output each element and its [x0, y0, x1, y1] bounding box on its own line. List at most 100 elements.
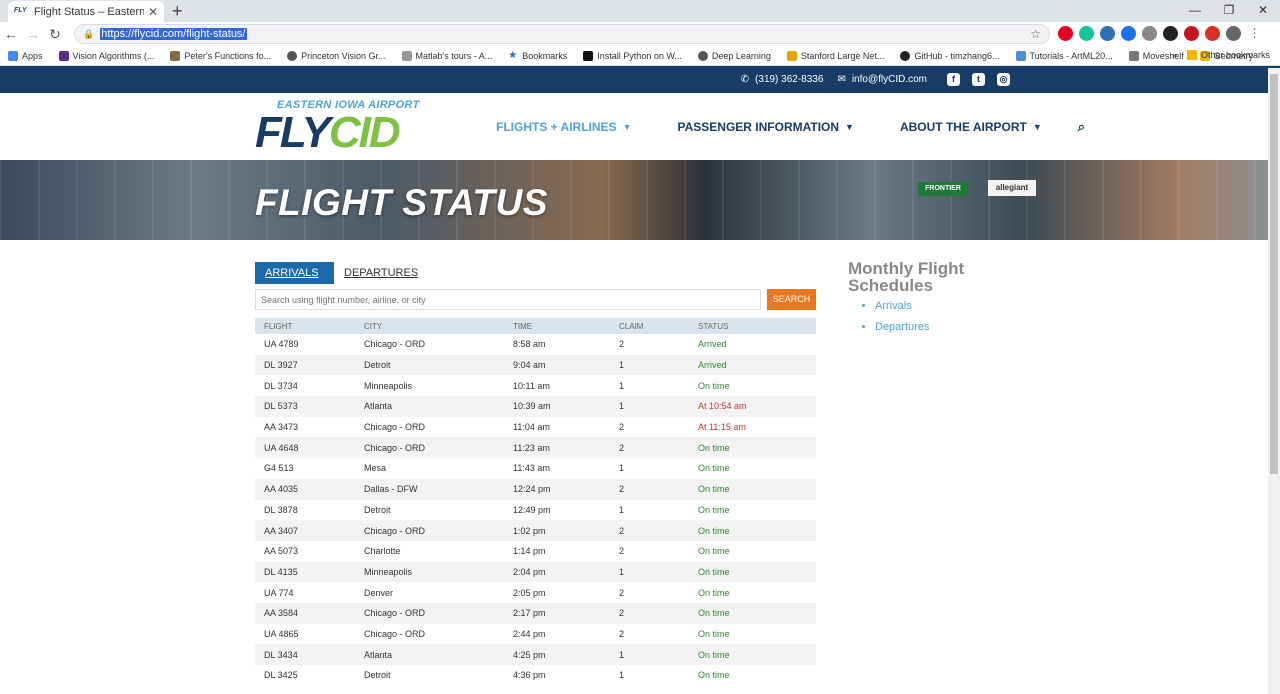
link-arrivals-schedule[interactable]: Arrivals: [875, 300, 1008, 312]
allegiant-sign: allegiant: [988, 180, 1036, 196]
close-window-icon[interactable]: ✕: [1246, 0, 1280, 22]
frontier-sign: FRONTIER: [918, 182, 968, 196]
table-row: AA 4035 Dallas - DFW 12:24 pm 2 On time: [255, 478, 816, 500]
table-row: UA 4789 Chicago - ORD 8:58 am 2 Arrived: [255, 334, 816, 355]
extension-icon[interactable]: [1142, 26, 1157, 41]
chevron-right-icon[interactable]: »: [1172, 50, 1177, 60]
time-cell: 1:14 pm: [513, 546, 546, 557]
bookmark-item[interactable]: Vision Algorithms (...: [58, 50, 154, 61]
city-cell: Dallas - DFW: [355, 478, 504, 500]
city-cell: Minneapolis: [364, 380, 413, 391]
facebook-icon[interactable]: f: [947, 73, 960, 86]
bookmark-item[interactable]: Stanford Large Net...: [786, 50, 884, 61]
status-cell: On time: [698, 504, 730, 515]
back-icon[interactable]: ←: [0, 26, 22, 42]
other-bookmarks[interactable]: » Other bookmarks: [1172, 50, 1270, 60]
scrollbar-thumb[interactable]: [1270, 74, 1278, 474]
hero-banner: FRONTIER allegiant FLIGHT STATUS: [0, 160, 1280, 240]
close-tab-icon[interactable]: ✕: [148, 5, 158, 19]
sidebar-title: Monthly Flight Schedules: [848, 259, 965, 295]
claim-cell: 1: [619, 463, 625, 474]
table-row: AA 3584 Chicago - ORD 2:17 pm 2 On time: [255, 602, 816, 624]
main-content: ARRIVALS DEPARTURES SEARCH FLIGHT CITY T…: [0, 240, 1280, 694]
nav-flights-airlines[interactable]: FLIGHTS + AIRLINES ▼: [496, 119, 631, 135]
bookmark-item[interactable]: Matlab's tours - A...: [401, 50, 492, 61]
globe-icon: [697, 50, 708, 61]
time-cell: 4:36 pm: [513, 670, 546, 681]
bookmark-favicon-icon: [1015, 50, 1026, 61]
flight-cell: DL 3734: [264, 380, 298, 391]
search-icon[interactable]: ⌕: [1078, 119, 1085, 135]
tab-title: Flight Status – Eastern Iowa Airp: [34, 5, 144, 18]
column-header[interactable]: CITY: [355, 318, 504, 334]
claim-cell: 2: [610, 520, 689, 541]
flycid-logo[interactable]: EASTERN IOWA AIRPORT FLYCID: [255, 97, 435, 155]
bookmark-item[interactable]: Deep Learning: [697, 50, 771, 61]
status-cell: On time: [689, 520, 816, 541]
instagram-icon[interactable]: ◎: [997, 73, 1010, 86]
tab-departures[interactable]: DEPARTURES: [334, 262, 428, 284]
claim-cell: 2: [610, 437, 689, 459]
minimize-icon[interactable]: —: [1178, 0, 1212, 22]
bookmark-item[interactable]: Tutorials - ArtML20...: [1015, 50, 1113, 61]
phone-link[interactable]: ✆ (319) 362-8336: [741, 74, 824, 85]
table-row: DL 3434 Atlanta 4:25 pm 1 On time: [255, 644, 816, 665]
flight-cell: DL 3425: [264, 670, 298, 681]
claim-cell: 1: [619, 380, 625, 391]
browser-tab[interactable]: FLY Flight Status – Eastern Iowa Airp ✕: [8, 1, 164, 22]
flight-cell: DL 4135: [255, 561, 355, 583]
terminal-photo: [0, 160, 1280, 240]
status-cell: Arrived: [698, 339, 727, 350]
tab-arrivals[interactable]: ARRIVALS: [255, 262, 334, 284]
column-header[interactable]: CLAIM: [610, 318, 689, 334]
bookmark-favicon-icon: [401, 50, 412, 61]
new-tab-icon[interactable]: +: [172, 2, 183, 20]
nav-passenger-information[interactable]: PASSENGER INFORMATION ▼: [677, 119, 853, 135]
status-cell: On time: [698, 670, 730, 681]
flight-cell: UA 774: [264, 587, 294, 598]
city-cell: Minneapolis: [355, 561, 504, 583]
bookmark-item[interactable]: Peter's Functions fo...: [170, 50, 271, 61]
grammarly-extension-icon[interactable]: [1079, 26, 1094, 41]
flight-search-input[interactable]: [255, 289, 761, 310]
search-button[interactable]: SEARCH: [767, 289, 816, 310]
extension-icon[interactable]: [1121, 26, 1136, 41]
favicon-icon: FLY: [14, 6, 27, 14]
table-row: DL 3425 Detroit 4:36 pm 1 On time: [255, 665, 816, 686]
bookmark-item[interactable]: GitHub - timzhang6...: [900, 50, 1000, 61]
extension-icon[interactable]: [1205, 26, 1220, 41]
pinterest-extension-icon[interactable]: [1058, 26, 1073, 41]
bookmark-item[interactable]: Install Python on W...: [583, 50, 682, 61]
pdf-extension-icon[interactable]: [1184, 26, 1199, 41]
link-departures-schedule[interactable]: Departures: [875, 321, 1008, 333]
forward-icon[interactable]: →: [22, 26, 44, 42]
twitter-icon[interactable]: t: [972, 73, 985, 86]
bookmark-apps[interactable]: Apps: [8, 50, 43, 61]
window-controls: — ❐ ✕: [1178, 0, 1280, 22]
flight-table: FLIGHT CITY TIME CLAIM STATUS UA 4789 Chi…: [255, 318, 816, 686]
terminal-extension-icon[interactable]: [1163, 26, 1178, 41]
address-bar[interactable]: 🔒 https://flycid.com/flight-status/ ☆: [74, 24, 1050, 44]
column-header[interactable]: FLIGHT: [255, 318, 355, 334]
extension-icon[interactable]: [1100, 26, 1115, 41]
column-header[interactable]: STATUS: [689, 318, 816, 334]
table-row: AA 3473 Chicago - ORD 11:04 am 2 At 11:15 am: [255, 417, 816, 438]
bookmark-star-icon[interactable]: ☆: [1030, 27, 1041, 41]
url-text[interactable]: https://flycid.com/flight-status/: [100, 28, 247, 40]
envelope-icon: ✉: [837, 74, 846, 85]
menu-kebab-icon[interactable]: ⋮: [1247, 26, 1262, 41]
table-row: AA 3407 Chicago - ORD 1:02 pm 2 On time: [255, 520, 816, 541]
email-link[interactable]: ✉ info@flyCID.com: [837, 74, 927, 85]
bookmark-item[interactable]: Princeton Vision Gr...: [287, 50, 386, 61]
profile-avatar[interactable]: [1226, 26, 1241, 41]
restore-icon[interactable]: ❐: [1212, 0, 1246, 22]
reload-icon[interactable]: ↻: [44, 26, 66, 43]
nav-about-airport[interactable]: ABOUT THE AIRPORT ▼: [900, 119, 1042, 135]
claim-cell: 1: [619, 670, 625, 681]
column-header[interactable]: TIME: [504, 318, 610, 334]
page-scrollbar[interactable]: [1268, 68, 1280, 694]
bookmark-item[interactable]: ★ Bookmarks: [508, 50, 567, 61]
extension-icons: ⋮: [1058, 26, 1262, 41]
status-cell: On time: [689, 644, 816, 665]
globe-icon: [287, 50, 298, 61]
